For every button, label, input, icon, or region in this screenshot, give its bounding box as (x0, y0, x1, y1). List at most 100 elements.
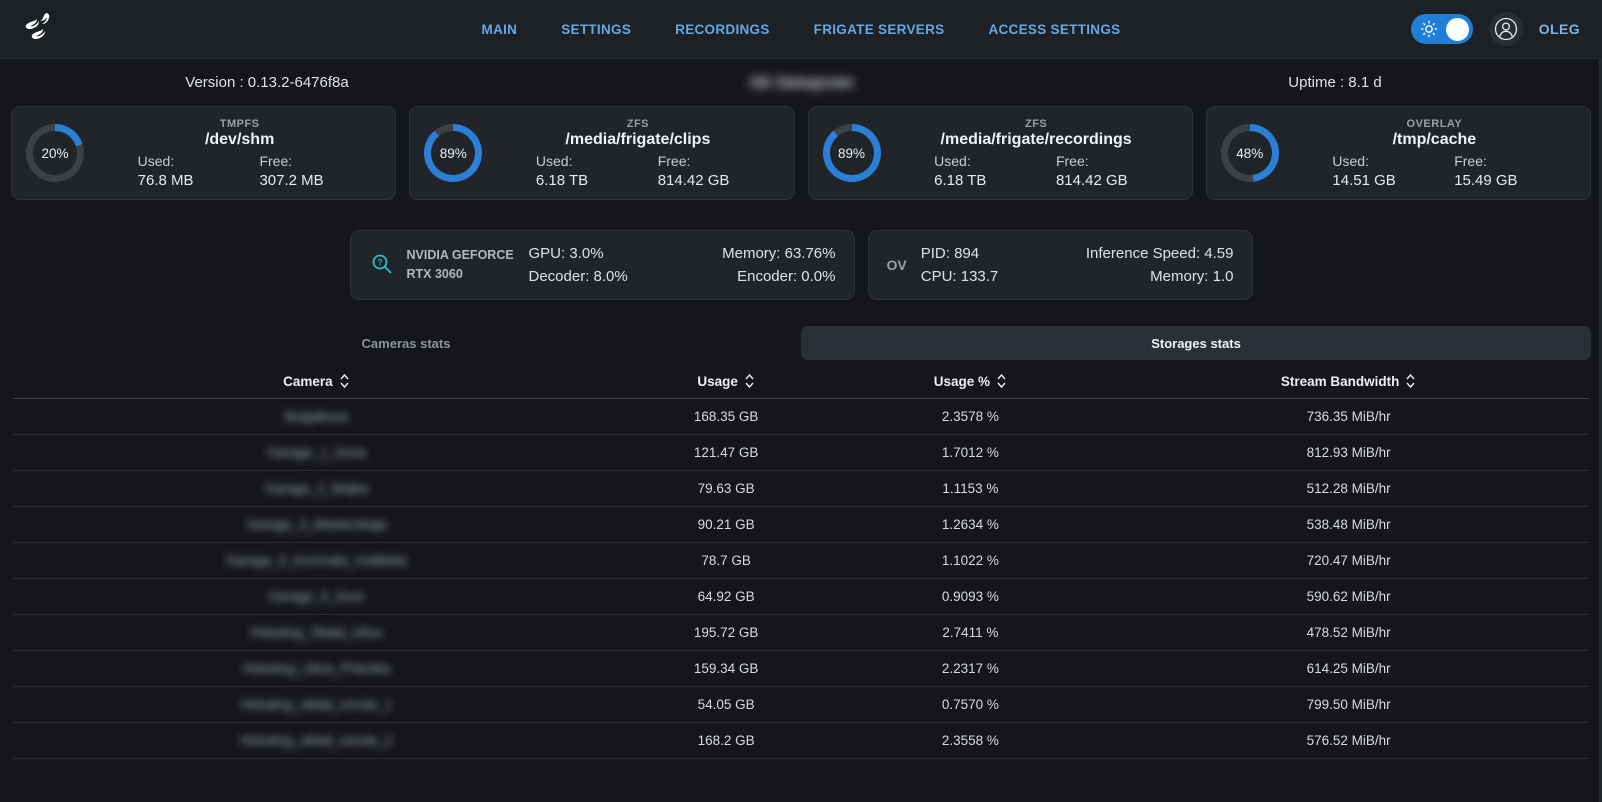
usage-donut: 20% (26, 124, 84, 182)
stats-tabs: Cameras stats Storages stats (11, 326, 1591, 360)
free-value: 15.49 GB (1454, 172, 1576, 189)
free-label: Free: (1454, 153, 1576, 169)
table-row: Garage_1_Zona 121.47 GB 1.7012 % 812.93 … (13, 435, 1589, 471)
theme-toggle[interactable] (1411, 14, 1473, 44)
detector-card: OV PID: 894 CPU: 133.7 Inference Speed: … (868, 230, 1253, 300)
table-row: Garage_4_Komnata_Voditelej 78.7 GB 1.102… (13, 543, 1589, 579)
info-row: Version : 0.13.2-6476f8a АБ Заводская Up… (0, 62, 1602, 102)
camera-name-blurred: Holodnyj_sklad_vorota_1 (13, 697, 620, 712)
column-header-camera[interactable]: Camera (13, 373, 620, 389)
table-row: Garage_5_Dvor 64.92 GB 0.9093 % 590.62 M… (13, 579, 1589, 615)
user-avatar-icon[interactable] (1489, 12, 1523, 46)
storage-cards-row: 20% TMPFS /dev/shm Used: 76.8 MB Free: 3… (0, 102, 1602, 200)
fs-type-label: ZFS (895, 118, 1178, 130)
column-header-usage[interactable]: Usage (620, 373, 833, 389)
nav-item-recordings[interactable]: RECORDINGS (675, 22, 770, 37)
gpu-encoder-stat: Encoder: 0.0% (722, 268, 835, 285)
bandwidth-cell: 799.50 MiB/hr (1108, 697, 1589, 712)
usage-cell: 159.34 GB (620, 661, 833, 676)
usage-cell: 195.72 GB (620, 625, 833, 640)
table-row: Holodnyj_sklad_vorota_1 54.05 GB 0.7570 … (13, 687, 1589, 723)
detector-cpu-stat: CPU: 133.7 (921, 268, 999, 285)
fs-path-label: /tmp/cache (1293, 131, 1576, 149)
usage-cell: 168.35 GB (620, 409, 833, 424)
usage-pct-cell: 0.7570 % (833, 697, 1109, 712)
donut-percent-label: 89% (431, 131, 475, 175)
usage-pct-cell: 1.1022 % (833, 553, 1109, 568)
usage-pct-cell: 0.9093 % (833, 589, 1109, 604)
nav-item-main[interactable]: MAIN (482, 22, 518, 37)
usage-cell: 78.7 GB (620, 553, 833, 568)
free-label: Free: (259, 153, 381, 169)
nav-item-access-settings[interactable]: ACCESS SETTINGS (988, 22, 1120, 37)
table-row: Holodnyj_sklad_vorota_2 168.2 GB 2.3558 … (13, 723, 1589, 759)
free-value: 814.42 GB (658, 172, 780, 189)
fs-type-label: ZFS (496, 118, 779, 130)
donut-percent-label: 20% (33, 131, 77, 175)
free-value: 814.42 GB (1056, 172, 1178, 189)
usage-cell: 168.2 GB (620, 733, 833, 748)
usage-cell: 64.92 GB (620, 589, 833, 604)
bandwidth-cell: 576.52 MiB/hr (1108, 733, 1589, 748)
camera-name-blurred: Garage_2_Mojka (13, 481, 620, 496)
camera-name-blurred: Garage_5_Dvor (13, 589, 620, 604)
usage-pct-cell: 2.3578 % (833, 409, 1109, 424)
camera-name-blurred: Holodnyj_sklad_vorota_2 (13, 733, 620, 748)
used-label: Used: (934, 153, 1056, 169)
frigate-logo-icon[interactable] (16, 7, 60, 51)
free-label: Free: (1056, 153, 1178, 169)
toggle-knob (1446, 18, 1469, 41)
column-header-usage-pct[interactable]: Usage % (833, 373, 1109, 389)
storages-stats-table: Camera Usage Usage % Stream Bandwidth Bu… (13, 364, 1589, 759)
bandwidth-cell: 736.35 MiB/hr (1108, 409, 1589, 424)
fs-type-label: OVERLAY (1293, 118, 1576, 130)
usage-donut: 89% (823, 124, 881, 182)
bandwidth-cell: 590.62 MiB/hr (1108, 589, 1589, 604)
free-value: 307.2 MB (259, 172, 381, 189)
fs-path-label: /media/frigate/clips (496, 131, 779, 149)
usage-pct-cell: 2.3558 % (833, 733, 1109, 748)
sort-icon (744, 373, 755, 389)
column-header-bandwidth[interactable]: Stream Bandwidth (1108, 373, 1589, 389)
used-label: Used: (536, 153, 658, 169)
usage-cell: 79.63 GB (620, 481, 833, 496)
camera-name-blurred: Holodnyj_Ulica_Priemka (13, 661, 620, 676)
table-row: Bulgakova 168.35 GB 2.3578 % 736.35 MiB/… (13, 399, 1589, 435)
gpu-decoder-stat: Decoder: 8.0% (529, 268, 628, 285)
table-row: Holodnyj_Sklad_Ulica 195.72 GB 2.7411 % … (13, 615, 1589, 651)
camera-name-blurred: Holodnyj_Sklad_Ulica (13, 625, 620, 640)
sort-icon (339, 373, 350, 389)
nav-item-settings[interactable]: SETTINGS (561, 22, 631, 37)
top-bar: MAIN SETTINGS RECORDINGS FRIGATE SERVERS… (0, 0, 1602, 58)
tab-storages-stats[interactable]: Storages stats (801, 326, 1591, 360)
donut-percent-label: 89% (830, 131, 874, 175)
gpu-detector-row: ? NVIDIA GEFORCE RTX 3060 GPU: 3.0% Deco… (0, 230, 1602, 300)
version-label: Version : 0.13.2-6476f8a (0, 74, 534, 91)
storage-card-clips: 89% ZFS /media/frigate/clips Used: 6.18 … (409, 106, 794, 200)
camera-name-blurred: Garage_4_Komnata_Voditelej (13, 553, 620, 568)
table-header-row: Camera Usage Usage % Stream Bandwidth (13, 364, 1589, 399)
detector-inference-stat: Inference Speed: 4.59 (1086, 245, 1234, 262)
detector-memory-stat: Memory: 1.0 (1086, 268, 1234, 285)
used-value: 14.51 GB (1332, 172, 1454, 189)
bandwidth-cell: 812.93 MiB/hr (1108, 445, 1589, 460)
fs-path-label: /dev/shm (98, 131, 381, 149)
table-body: Bulgakova 168.35 GB 2.3578 % 736.35 MiB/… (13, 399, 1589, 759)
sort-icon (996, 373, 1007, 389)
usage-cell: 54.05 GB (620, 697, 833, 712)
detector-pid-stat: PID: 894 (921, 245, 999, 262)
usage-cell: 90.21 GB (620, 517, 833, 532)
tab-cameras-stats[interactable]: Cameras stats (11, 326, 801, 360)
sort-icon (1405, 373, 1416, 389)
nav-item-frigate-servers[interactable]: FRIGATE SERVERS (814, 22, 945, 37)
camera-name-blurred: Bulgakova (13, 409, 620, 424)
used-value: 76.8 MB (138, 172, 260, 189)
donut-percent-label: 48% (1228, 131, 1272, 175)
used-label: Used: (138, 153, 260, 169)
usage-pct-cell: 1.7012 % (833, 445, 1109, 460)
fs-type-label: TMPFS (98, 118, 381, 130)
used-label: Used: (1332, 153, 1454, 169)
username-label[interactable]: OLEG (1539, 21, 1580, 37)
camera-name-blurred: Garage_1_Zona (13, 445, 620, 460)
table-row: Holodnyj_Ulica_Priemka 159.34 GB 2.2317 … (13, 651, 1589, 687)
